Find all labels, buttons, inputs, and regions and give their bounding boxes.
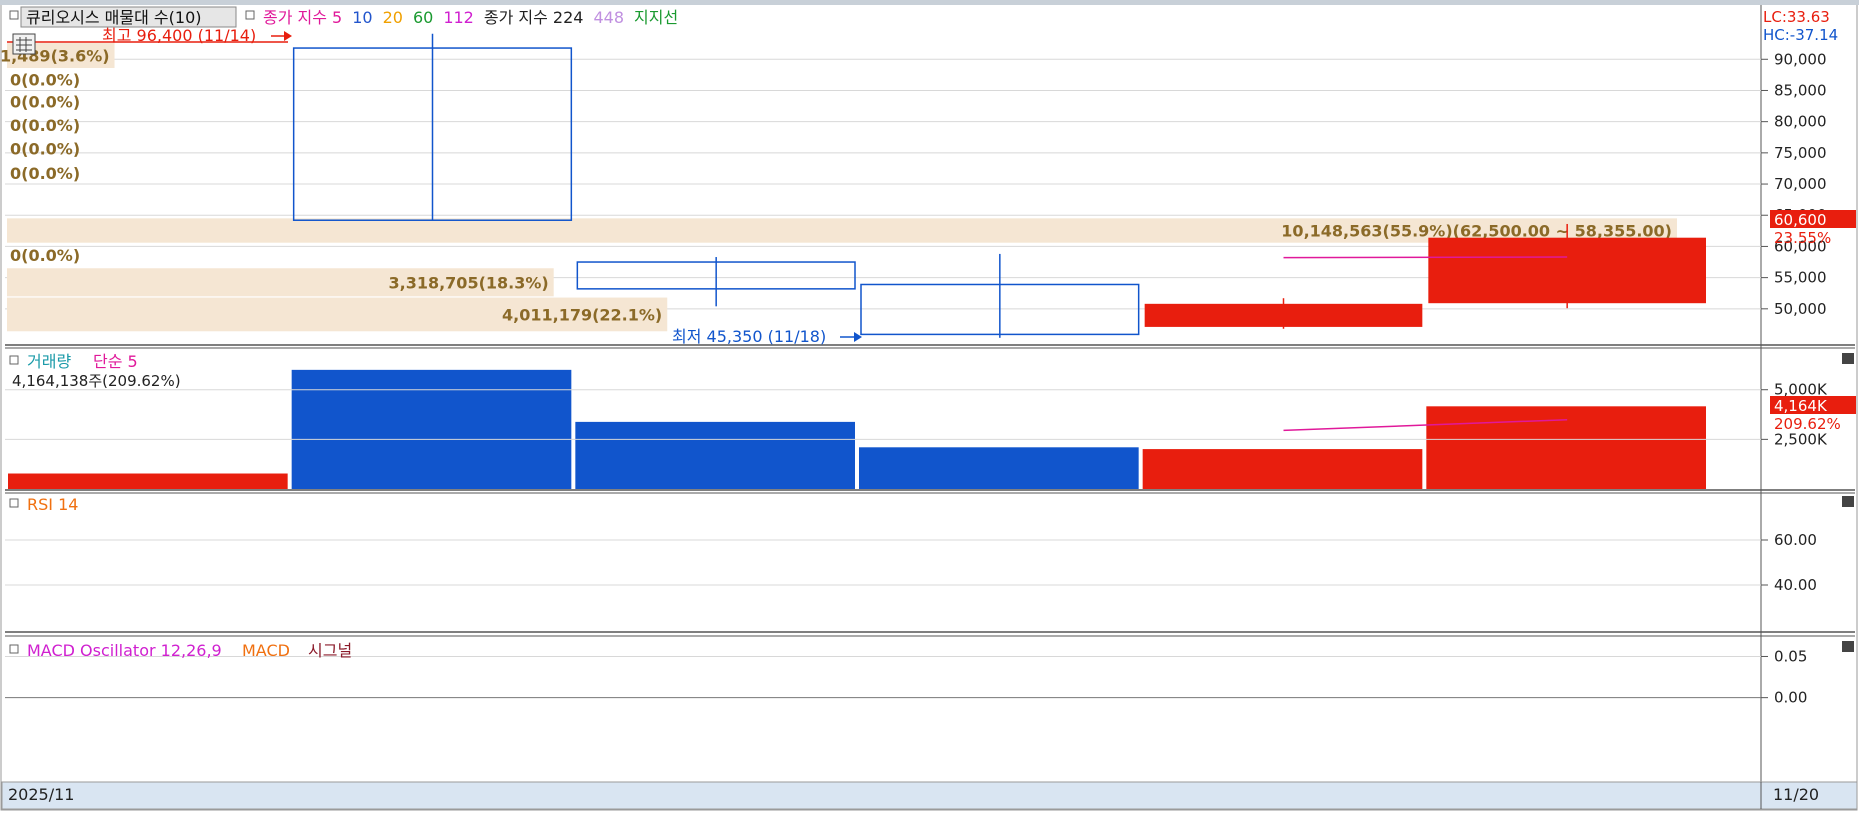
hc-label: HC:-37.14 — [1763, 26, 1838, 44]
lc-label: LC:33.63 — [1763, 8, 1830, 26]
volume-profile-label: 0(0.0%) — [10, 92, 80, 111]
volume-legend[interactable]: 거래량 — [27, 352, 71, 371]
candle-body — [1144, 303, 1423, 327]
volume-profile-label: 0(0.0%) — [10, 71, 80, 90]
legend-item[interactable]: 종가 지수 5 — [263, 8, 342, 27]
volume-profile-label: 0(0.0%) — [10, 246, 80, 265]
moving-average — [1283, 256, 1568, 259]
volume-bar — [859, 447, 1139, 489]
volume-bar — [575, 421, 855, 489]
price-tick-label: 75,000 — [1774, 144, 1827, 162]
legend-item[interactable]: 10 — [352, 8, 372, 27]
legend-bullet-icon[interactable] — [9, 644, 19, 654]
chart-frame — [0, 0, 1858, 811]
legend-bullet-icon[interactable] — [9, 498, 19, 508]
x-axis-footer — [1, 781, 1858, 810]
low-annotation: 최저 45,350 (11/18) — [672, 327, 826, 346]
volume-current-value: 4,164K — [1774, 397, 1828, 415]
volume-bar — [8, 473, 288, 489]
current-price-value: 60,600 — [1774, 211, 1827, 229]
macd-tick-label: 0.05 — [1774, 647, 1807, 665]
chart-title[interactable]: 큐리오시스 매물대 수(10) — [26, 8, 202, 27]
top-strip — [0, 0, 1859, 5]
volume-bar — [1142, 449, 1423, 489]
legend-item[interactable]: 60 — [413, 8, 433, 27]
x-axis-end-label: 11/20 — [1773, 785, 1819, 804]
legend-item[interactable]: 지지선 — [634, 8, 678, 27]
legend-bullet-icon[interactable] — [9, 355, 19, 365]
volume-bar — [291, 369, 572, 489]
high-annotation: 최고 96,400 (11/14) — [102, 26, 256, 45]
price-tick-label: 55,000 — [1774, 269, 1827, 287]
price-tick-label: 90,000 — [1774, 50, 1827, 68]
panel-maximize-icon[interactable] — [1842, 641, 1854, 652]
price-tick-label: 85,000 — [1774, 81, 1827, 99]
ma-line — [1283, 256, 1568, 259]
x-axis-start-label: 2025/11 — [8, 785, 74, 804]
stock-chart-window: 661,489(3.6%)0(0.0%)0(0.0%)0(0.0%)0(0.0%… — [0, 0, 1859, 812]
volume-tick-label: 2,500K — [1774, 430, 1828, 448]
legend-bullet-icon[interactable] — [245, 10, 255, 20]
legend-bullet-icon[interactable] — [9, 10, 19, 20]
table-view-icon[interactable] — [12, 33, 36, 55]
legend-item[interactable]: 종가 지수 224 — [484, 8, 584, 27]
rsi-tick-label: 40.00 — [1774, 576, 1817, 594]
candle-body — [860, 283, 1140, 336]
ma-legend[interactable]: 종가 지수 5 10 20 60 112 종가 지수 224 448 지지선 — [263, 8, 678, 27]
macd-oscillator-legend[interactable]: MACD Oscillator 12,26,9 — [27, 641, 222, 660]
legend-item[interactable]: 448 — [593, 8, 624, 27]
volume-current-percent: 209.62% — [1774, 415, 1841, 433]
rsi-tick-label: 60.00 — [1774, 531, 1817, 549]
macd-signal-legend[interactable]: 시그널 — [308, 641, 352, 660]
candle-body — [1428, 237, 1706, 304]
volume-profile-label: 0(0.0%) — [10, 116, 80, 135]
volume-bar — [1426, 406, 1706, 489]
price-tick-label: 50,000 — [1774, 300, 1827, 318]
macd-legend[interactable]: MACD — [242, 641, 290, 660]
candle-body — [292, 47, 573, 221]
panel-maximize-icon[interactable] — [1842, 496, 1854, 507]
legend-item[interactable]: 20 — [383, 8, 403, 27]
volume-profile-label: 0(0.0%) — [10, 139, 80, 158]
panel-maximize-icon[interactable] — [1842, 353, 1854, 364]
macd-tick-label: 0.00 — [1774, 689, 1807, 707]
legend-item[interactable]: 112 — [443, 8, 474, 27]
price-tick-label: 80,000 — [1774, 113, 1827, 131]
current-price-percent: 23.55% — [1774, 229, 1831, 247]
chart-canvas: 661,489(3.6%)0(0.0%)0(0.0%)0(0.0%)0(0.0%… — [0, 0, 1859, 811]
volume-profile-label: 0(0.0%) — [10, 164, 80, 183]
candle-body — [576, 261, 856, 290]
rsi-legend[interactable]: RSI 14 — [27, 495, 78, 514]
volume-profile-label: 3,318,705(18.3%) — [388, 273, 548, 292]
volume-info: 4,164,138주(209.62%) — [12, 372, 181, 390]
volume-ma-legend[interactable]: 단순 5 — [93, 352, 138, 371]
price-tick-label: 70,000 — [1774, 175, 1827, 193]
volume-profile-label: 10,148,563(55.9%)(62,500.00 ~ 58,355.00) — [1281, 222, 1672, 241]
volume-profile-label: 4,011,179(22.1%) — [502, 305, 662, 324]
